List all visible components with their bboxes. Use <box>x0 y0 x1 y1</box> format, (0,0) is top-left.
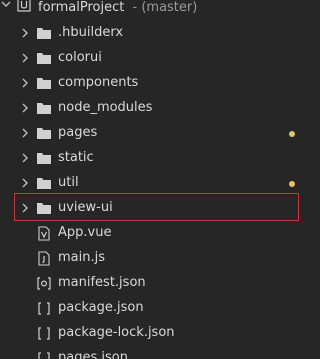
modified-indicator <box>289 131 295 137</box>
git-branch-label: - (master) <box>128 0 198 15</box>
folder-icon <box>37 78 51 89</box>
tree-item-node-modules[interactable]: node_modules <box>0 96 312 121</box>
vue-file-icon <box>38 226 50 241</box>
tree-item-label: manifest.json <box>58 275 146 290</box>
js-file-icon <box>38 251 50 266</box>
modified-indicator <box>289 181 295 187</box>
chevron-right-icon[interactable] <box>19 100 31 116</box>
tree-item-label: static <box>58 150 94 165</box>
project-file-tree: formalProject - (master) .hbuilderx colo… <box>0 0 312 359</box>
tree-item-app-vue[interactable]: App.vue <box>0 221 312 246</box>
tree-item-label: util <box>58 175 79 190</box>
tree-item-manifest-json[interactable]: manifest.json <box>0 271 312 296</box>
tree-item-label: App.vue <box>58 225 112 240</box>
chevron-right-icon[interactable] <box>19 175 31 191</box>
tree-item-package-json[interactable]: package.json <box>0 296 312 321</box>
tree-item-label: main.js <box>58 250 105 265</box>
tree-item-label: .hbuilderx <box>58 25 124 40</box>
tree-item-main-js[interactable]: main.js <box>0 246 312 271</box>
tree-item-label: package-lock.json <box>58 325 175 340</box>
tree-item-label: pages <box>58 125 98 140</box>
project-name-text: formalProject <box>38 0 125 15</box>
manifest-file-icon <box>37 277 51 290</box>
tree-item-colorui[interactable]: colorui <box>0 46 312 71</box>
tree-item-label: package.json <box>58 300 144 315</box>
tree-item-package-lock-json[interactable]: package-lock.json <box>0 321 312 346</box>
tree-item-label: colorui <box>58 50 102 65</box>
tree-item-label: components <box>58 75 139 90</box>
json-file-icon <box>38 302 50 315</box>
json-file-icon <box>38 327 50 340</box>
highlight-box <box>14 193 299 221</box>
tree-item-label: node_modules <box>58 100 153 115</box>
tree-item-components[interactable]: components <box>0 71 312 96</box>
folder-icon <box>37 53 51 64</box>
tree-item-pages-json[interactable]: pages.json <box>0 346 312 359</box>
tree-item-static[interactable]: static <box>0 146 312 171</box>
tree-item-label: pages.json <box>58 350 128 359</box>
folder-icon <box>37 103 51 114</box>
project-name: formalProject - (master) <box>38 0 197 16</box>
chevron-right-icon[interactable] <box>19 150 31 166</box>
folder-icon <box>37 178 51 189</box>
chevron-right-icon[interactable] <box>19 50 31 66</box>
chevron-right-icon[interactable] <box>19 75 31 91</box>
tree-item-pages[interactable]: pages <box>0 121 312 146</box>
chevron-right-icon[interactable] <box>19 125 31 141</box>
folder-icon <box>37 153 51 164</box>
chevron-down-icon[interactable] <box>0 0 12 12</box>
folder-icon <box>37 28 51 39</box>
project-icon <box>17 0 31 12</box>
chevron-right-icon[interactable] <box>19 25 31 41</box>
tree-item-hbuilderx[interactable]: .hbuilderx <box>0 21 312 46</box>
json-file-icon <box>38 352 50 359</box>
folder-icon <box>37 128 51 139</box>
